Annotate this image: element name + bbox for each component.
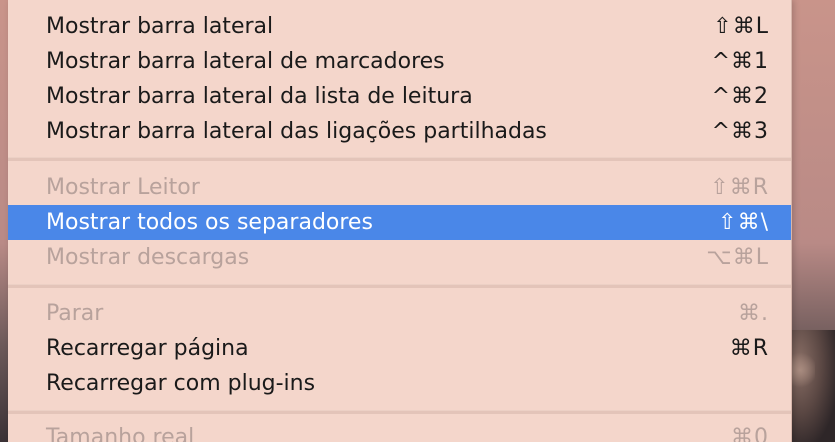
menu-item-show-reader: Mostrar Leitor ⇧⌘R — [8, 170, 791, 205]
menu-item-shortcut: ^⌘2 — [711, 84, 769, 109]
view-menu-dropdown: Mostrar barra lateral ⇧⌘L Mostrar barra … — [8, 0, 792, 442]
menu-item-shortcut: ⌘R — [729, 336, 769, 361]
menu-item-show-bookmarks-sidebar[interactable]: Mostrar barra lateral de marcadores ^⌘1 — [8, 44, 791, 79]
menu-item-label: Recarregar com plug-ins — [46, 371, 316, 396]
menu-item-shortcut: ⇧⌘L — [713, 14, 769, 39]
menu-item-show-shared-links-sidebar[interactable]: Mostrar barra lateral das ligações parti… — [8, 114, 791, 149]
menu-item-shortcut: ^⌘3 — [711, 119, 769, 144]
menu-item-show-downloads: Mostrar descargas ⌥⌘L — [8, 240, 791, 275]
menu-item-shortcut: ^⌘1 — [711, 49, 769, 74]
menu-item-label: Mostrar Leitor — [46, 175, 200, 200]
menu-item-label: Parar — [46, 301, 104, 326]
menu-item-label: Mostrar descargas — [46, 245, 250, 270]
menu-item-show-all-tabs[interactable]: Mostrar todos os separadores ⇧⌘\ — [8, 205, 791, 240]
menu-item-shortcut: ⌥⌘L — [706, 245, 769, 270]
menu-item-stop: Parar ⌘. — [8, 296, 791, 331]
menu-separator — [8, 284, 791, 288]
menu-separator — [8, 410, 791, 414]
menu-item-label: Recarregar página — [46, 336, 249, 361]
menu-item-reload-page[interactable]: Recarregar página ⌘R — [8, 331, 791, 366]
menu-item-label: Mostrar barra lateral das ligações parti… — [46, 119, 547, 144]
menu-item-shortcut: ⇧⌘R — [710, 175, 769, 200]
menu-item-show-sidebar[interactable]: Mostrar barra lateral ⇧⌘L — [8, 9, 791, 44]
menu-item-actual-size: Tamanho real ⌘0 — [8, 425, 791, 442]
menu-separator — [8, 157, 791, 161]
menu-item-label: Tamanho real — [46, 425, 195, 442]
menu-item-label: Mostrar todos os separadores — [46, 210, 373, 235]
menu-item-label: Mostrar barra lateral — [46, 14, 274, 39]
menu-item-reload-with-plugins[interactable]: Recarregar com plug-ins — [8, 366, 791, 401]
menu-item-shortcut: ⇧⌘\ — [718, 210, 769, 235]
menu-item-label: Mostrar barra lateral de marcadores — [46, 49, 445, 74]
menu-item-show-reading-list-sidebar[interactable]: Mostrar barra lateral da lista de leitur… — [8, 79, 791, 114]
menu-item-shortcut: ⌘. — [738, 301, 769, 326]
menu-item-label: Mostrar barra lateral da lista de leitur… — [46, 84, 473, 109]
menu-item-shortcut: ⌘0 — [731, 425, 769, 442]
